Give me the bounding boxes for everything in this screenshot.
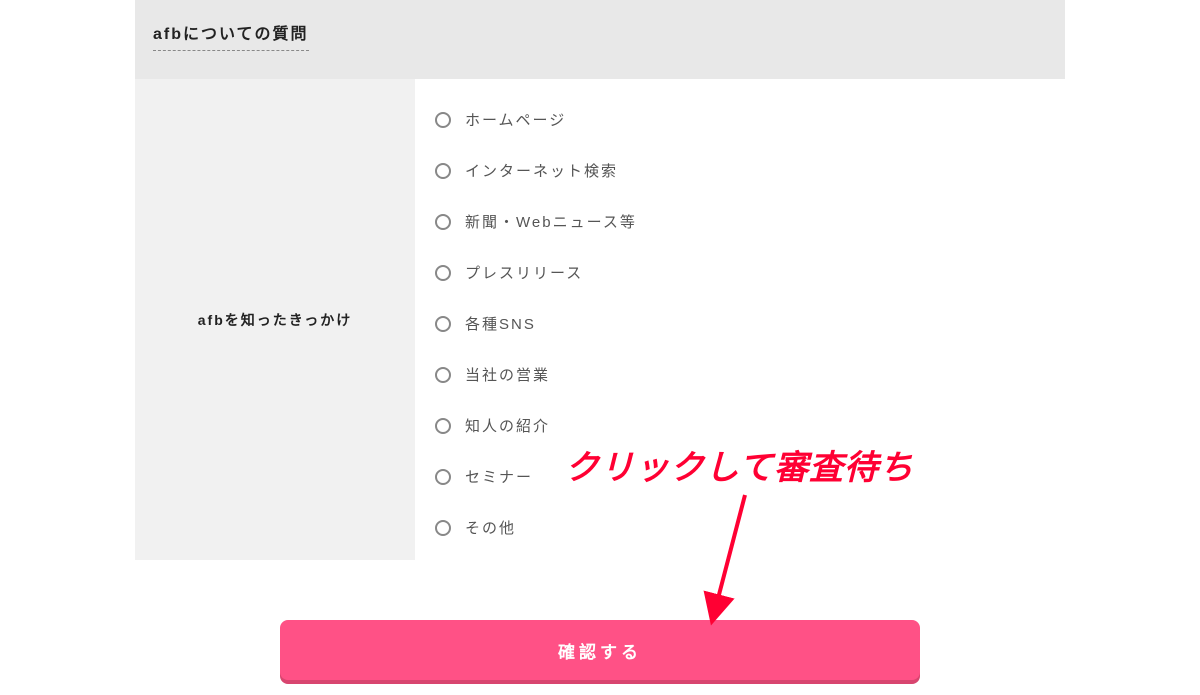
question-label-cell: afbを知ったきっかけ: [135, 79, 415, 560]
question-label: afbを知ったきっかけ: [198, 310, 352, 330]
radio-icon: [435, 316, 451, 332]
radio-icon: [435, 265, 451, 281]
form-row-reason: afbを知ったきっかけ ホームページ インターネット検索 新聞・Webニュース等…: [135, 79, 1065, 560]
radio-icon: [435, 112, 451, 128]
radio-label: プレスリリース: [465, 262, 583, 283]
radio-option-news[interactable]: 新聞・Webニュース等: [435, 211, 1045, 232]
radio-icon: [435, 214, 451, 230]
radio-option-homepage[interactable]: ホームページ: [435, 109, 1045, 130]
radio-option-press[interactable]: プレスリリース: [435, 262, 1045, 283]
radio-label: ホームページ: [465, 109, 566, 130]
radio-label: インターネット検索: [465, 160, 618, 181]
radio-label: 当社の営業: [465, 364, 550, 385]
radio-icon: [435, 520, 451, 536]
question-options-cell: ホームページ インターネット検索 新聞・Webニュース等 プレスリリース 各種S…: [415, 79, 1065, 560]
radio-label: その他: [465, 517, 516, 538]
confirm-button[interactable]: 確認する: [280, 620, 920, 680]
radio-option-sales[interactable]: 当社の営業: [435, 364, 1045, 385]
radio-label: 知人の紹介: [465, 415, 550, 436]
radio-option-other[interactable]: その他: [435, 517, 1045, 538]
radio-icon: [435, 163, 451, 179]
radio-icon: [435, 469, 451, 485]
radio-icon: [435, 367, 451, 383]
radio-option-internet-search[interactable]: インターネット検索: [435, 160, 1045, 181]
radio-option-acquaintance[interactable]: 知人の紹介: [435, 415, 1045, 436]
radio-label: 新聞・Webニュース等: [465, 211, 637, 232]
section-header: afbについての質問: [135, 0, 1065, 79]
section-title: afbについての質問: [153, 20, 309, 51]
radio-icon: [435, 418, 451, 434]
radio-label: セミナー: [465, 466, 533, 487]
radio-label: 各種SNS: [465, 313, 536, 334]
radio-option-sns[interactable]: 各種SNS: [435, 313, 1045, 334]
radio-option-seminar[interactable]: セミナー: [435, 466, 1045, 487]
button-area: 確認する: [135, 560, 1065, 680]
